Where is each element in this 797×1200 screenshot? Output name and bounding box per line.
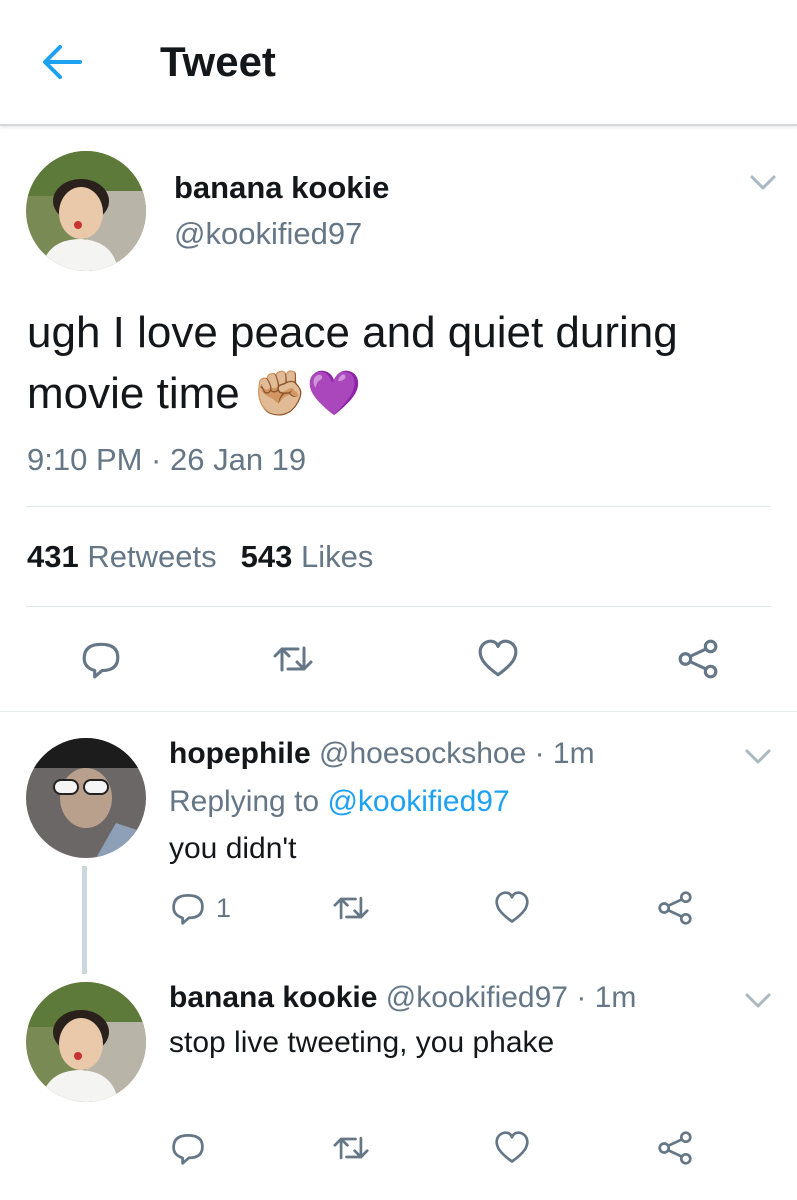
retweet-button[interactable] [332, 890, 370, 926]
share-icon [658, 891, 692, 925]
reply-icon [172, 894, 204, 925]
share-button[interactable] [677, 638, 719, 680]
divider [26, 606, 771, 607]
like-button[interactable] [477, 638, 519, 680]
main-tweet: banana kookie @kookified97 ugh I love pe… [0, 126, 797, 712]
retweets-label: Retweets [87, 539, 217, 574]
retweet-button[interactable] [332, 1130, 370, 1166]
chevron-down-icon[interactable] [744, 748, 772, 766]
retweets-count: 431 [27, 539, 79, 574]
page-title: Tweet [160, 38, 276, 85]
retweets-stat[interactable]: 431 Retweets [27, 539, 217, 574]
reply-button[interactable]: 1 [170, 890, 231, 926]
reply-time: · 1m [576, 981, 637, 1014]
divider [26, 506, 771, 507]
heart-icon [495, 891, 529, 923]
replying-to-link[interactable]: @kookified97 [327, 785, 509, 818]
share-icon [678, 639, 718, 679]
retweet-button[interactable] [272, 638, 314, 680]
reply-text: you didn't [169, 832, 297, 865]
chevron-down-icon[interactable] [749, 174, 777, 192]
avatar[interactable] [26, 151, 146, 271]
tweet-emoji: ✊🏼💜 [251, 369, 362, 418]
share-icon [658, 1131, 692, 1165]
tweet-stats: 431 Retweets 543 Likes [27, 539, 373, 575]
avatar[interactable] [26, 738, 146, 858]
reply-time: · 1m [534, 737, 595, 770]
heart-icon [478, 639, 518, 677]
share-button[interactable] [657, 1130, 693, 1166]
heart-icon [495, 1131, 529, 1163]
reply-header: hopephile @hoesockshoe · 1m [169, 737, 595, 771]
author-name[interactable]: hopephile [169, 737, 311, 770]
replying-prefix: Replying to [169, 785, 320, 818]
reply-icon [82, 642, 120, 679]
avatar[interactable] [26, 982, 146, 1102]
retweet-icon [273, 646, 313, 672]
arrow-left-icon [43, 45, 82, 79]
tweet-text: ugh I love peace and quiet during movie … [27, 302, 767, 424]
like-button[interactable] [494, 890, 530, 926]
likes-count: 543 [240, 539, 293, 574]
avatar-image [26, 982, 146, 1102]
thread-connector [82, 866, 87, 974]
likes-stat[interactable]: 543 Likes [241, 539, 374, 574]
retweet-icon [333, 1136, 369, 1160]
author-handle[interactable]: @hoesockshoe [319, 737, 526, 770]
share-button[interactable] [657, 890, 693, 926]
avatar-image [26, 151, 146, 271]
author-handle[interactable]: @kookified97 [174, 216, 362, 252]
author-handle[interactable]: @kookified97 [386, 981, 568, 1014]
reply-icon [172, 1134, 204, 1165]
reply-button[interactable] [80, 638, 122, 680]
chevron-down-icon[interactable] [744, 992, 772, 1010]
reply-button[interactable] [170, 1130, 206, 1166]
avatar-image [26, 738, 146, 858]
tweet-timestamp: 9:10 PM · 26 Jan 19 [27, 442, 307, 477]
reply-count: 1 [216, 892, 232, 923]
retweet-icon [333, 896, 369, 920]
top-bar: Tweet [0, 0, 797, 126]
reply-header: banana kookie @kookified97 · 1m [169, 981, 636, 1015]
author-name[interactable]: banana kookie [169, 981, 377, 1014]
reply-text: stop live tweeting, you phake [169, 1026, 555, 1059]
replying-to: Replying to @kookified97 [169, 785, 510, 819]
author-name[interactable]: banana kookie [174, 170, 389, 206]
likes-label: Likes [300, 539, 374, 574]
like-button[interactable] [494, 1130, 530, 1166]
back-button[interactable] [40, 42, 84, 82]
